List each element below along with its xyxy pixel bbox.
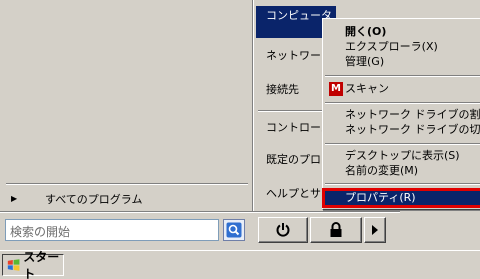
taskbar	[0, 250, 480, 279]
menu-separator	[325, 183, 480, 185]
menu-item-manage[interactable]: 管理(G)	[325, 55, 480, 69]
shutdown-options-button[interactable]	[364, 217, 386, 243]
right-column-separator	[258, 110, 324, 112]
lock-icon	[330, 222, 342, 237]
windows-flag-icon	[7, 259, 20, 271]
start-button-label: スタート	[23, 250, 60, 279]
menu-item-explorer[interactable]: エクスプローラ(X)	[325, 40, 480, 54]
context-menu: 開く(O) エクスプローラ(X) 管理(G) M スキャン ネットワーク ドライ…	[322, 18, 480, 210]
menu-item-map-network-drive[interactable]: ネットワーク ドライブの割り当て	[325, 108, 480, 122]
menu-item-properties[interactable]: プロパティ(R)	[322, 188, 480, 208]
menu-separator	[325, 102, 480, 104]
menu-item-rename[interactable]: 名前の変更(M)	[325, 164, 480, 178]
column-divider	[252, 0, 254, 213]
bottom-bar-separator	[0, 211, 400, 213]
menu-item-disconnect-network-drive[interactable]: ネットワーク ドライブの切断(C)	[325, 123, 480, 137]
mcafee-icon: M	[329, 82, 343, 96]
start-button[interactable]: スタート	[2, 250, 64, 279]
all-programs-button[interactable]: ▶ すべてのプログラム	[6, 188, 246, 210]
power-button[interactable]	[258, 217, 308, 243]
all-programs-label: すべてのプログラム	[45, 193, 143, 206]
menu-item-scan[interactable]: M スキャン	[325, 82, 480, 96]
search-input[interactable]: 検索の開始	[5, 219, 219, 241]
menu-separator	[325, 143, 480, 145]
menu-item-open[interactable]: 開く(O)	[325, 25, 480, 39]
lock-button[interactable]	[310, 217, 362, 243]
search-button[interactable]	[223, 219, 245, 241]
menu-item-scan-label: スキャン	[345, 82, 389, 95]
menu-separator	[325, 75, 480, 77]
menu-item-show-on-desktop[interactable]: デスクトップに表示(S)	[325, 149, 480, 163]
search-icon	[226, 222, 242, 238]
power-icon	[276, 223, 290, 237]
left-column-separator	[6, 183, 248, 185]
arrow-right-icon	[372, 225, 378, 235]
arrow-right-icon: ▶	[11, 194, 18, 203]
